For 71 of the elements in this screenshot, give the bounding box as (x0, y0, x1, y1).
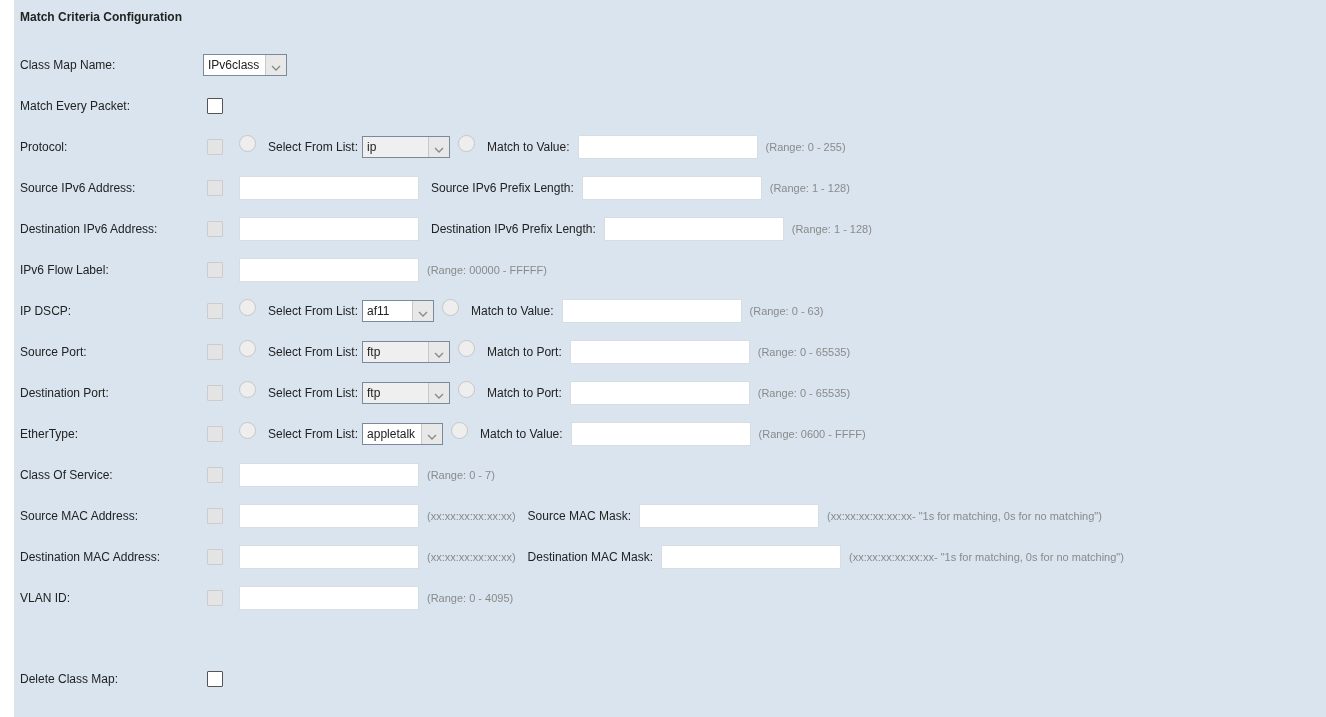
hint-text: (xx:xx:xx:xx:xx:xx) (427, 550, 516, 563)
input-field[interactable] (570, 421, 751, 446)
checkbox[interactable] (207, 97, 223, 114)
section-title: Match Criteria Configuration (20, 10, 182, 24)
field-label: Match to Value: (487, 139, 570, 154)
input-field[interactable] (239, 216, 419, 241)
hint-text: (Range: 0 - 4095) (427, 591, 514, 604)
field-label: Destination MAC Mask: (527, 549, 653, 564)
checkbox[interactable] (207, 670, 223, 687)
hint-text: (Range: 0 - 63) (749, 304, 824, 317)
hint-text: (xx:xx:xx:xx:xx:xx) (427, 509, 516, 522)
row-label: Source MAC Address: (19, 508, 140, 523)
input-field[interactable] (577, 134, 758, 159)
row-label: VLAN ID: (19, 590, 71, 605)
row-label: Protocol: (19, 139, 69, 154)
row-label: EtherType: (19, 426, 80, 441)
field-label: Select From List: (268, 426, 359, 441)
field-label: Match to Port: (487, 344, 562, 359)
row-label: Class Map Name: (19, 57, 117, 72)
hint-text: (Range: 0600 - FFFF) (758, 427, 866, 440)
hint-text: (Range: 0 - 65535) (757, 345, 851, 358)
input-field[interactable] (239, 503, 419, 528)
input-field[interactable] (569, 339, 750, 364)
hint-text: (xx:xx:xx:xx:xx:xx- "1s for matching, 0s for no matching") (849, 550, 1124, 563)
field-label: Select From List: (268, 344, 359, 359)
field-label: Match to Value: (480, 426, 563, 441)
hint-text: (Range: 0 - 7) (427, 468, 495, 481)
input-field[interactable] (603, 216, 784, 241)
field-label: Source MAC Mask: (527, 508, 631, 523)
chevron-down-icon (427, 433, 438, 440)
input-field[interactable] (239, 544, 419, 569)
chevron-down-icon (271, 64, 282, 71)
chevron-down-icon (434, 392, 445, 399)
hint-text: (xx:xx:xx:xx:xx:xx- "1s for matching, 0s for no matching") (826, 509, 1102, 522)
row-label: Destination MAC Address: (19, 549, 162, 564)
hint-text: (Range: 0 - 65535) (757, 386, 851, 399)
dropdown[interactable]: af11 (362, 299, 435, 322)
field-label: Source IPv6 Prefix Length: (431, 180, 574, 195)
input-field[interactable] (239, 462, 419, 487)
field-label: Match to Value: (471, 303, 554, 318)
row-label: Match Every Packet: (19, 98, 132, 113)
field-label: Match to Port: (487, 385, 562, 400)
row-label: IPv6 Flow Label: (19, 262, 110, 277)
hint-text: (Range: 0 - 255) (765, 140, 846, 153)
dropdown[interactable]: IPv6class (203, 53, 288, 76)
field-label: Select From List: (268, 385, 359, 400)
row-label: Destination Port: (19, 385, 110, 400)
hint-text: (Range: 1 - 128) (769, 181, 850, 194)
row-label: Source IPv6 Address: (19, 180, 137, 195)
input-field[interactable] (661, 544, 841, 569)
field-label: Destination IPv6 Prefix Length: (431, 221, 596, 236)
input-field[interactable] (561, 298, 742, 323)
input-field[interactable] (569, 380, 750, 405)
row-label: Delete Class Map: (19, 671, 120, 686)
input-field[interactable] (239, 175, 419, 200)
chevron-down-icon (434, 146, 445, 153)
input-field[interactable] (239, 257, 419, 282)
input-field[interactable] (239, 585, 419, 610)
hint-text: (Range: 00000 - FFFFF) (427, 263, 547, 276)
chevron-down-icon (418, 310, 429, 317)
field-label: Select From List: (268, 139, 359, 154)
row-label: Class Of Service: (19, 467, 114, 482)
dropdown[interactable]: appletalk (362, 422, 444, 445)
hint-text: (Range: 1 - 128) (791, 222, 872, 235)
input-field[interactable] (638, 503, 819, 528)
input-field[interactable] (581, 175, 762, 200)
row-label: Destination IPv6 Address: (19, 221, 159, 236)
row-label: IP DSCP: (19, 303, 73, 318)
row-label: Source Port: (19, 344, 88, 359)
field-label: Select From List: (268, 303, 359, 318)
chevron-down-icon (434, 351, 445, 358)
